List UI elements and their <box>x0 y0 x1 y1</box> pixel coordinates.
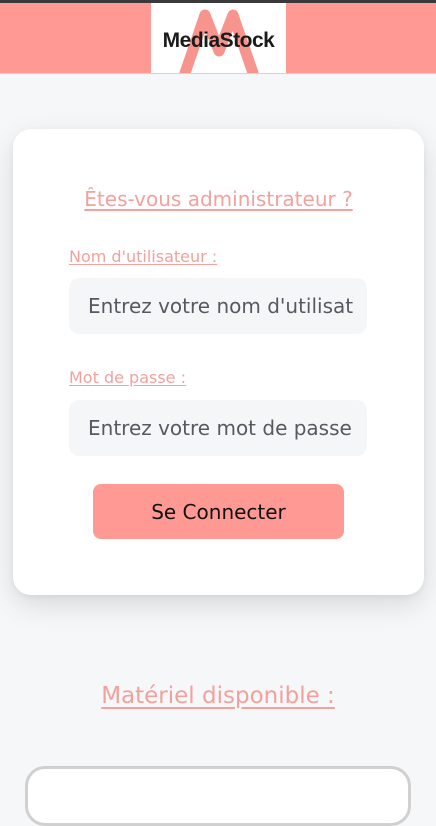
password-input[interactable] <box>69 400 367 456</box>
username-input[interactable] <box>69 278 367 334</box>
material-list-item[interactable] <box>25 766 411 826</box>
logo[interactable]: MediaStock <box>151 3 286 73</box>
logo-text: MediaStock <box>162 29 275 52</box>
admin-link[interactable]: Êtes-vous administrateur ? <box>13 187 424 211</box>
password-label: Mot de passe : <box>69 368 186 387</box>
username-label: Nom d'utilisateur : <box>69 247 218 266</box>
login-button[interactable]: Se Connecter <box>93 484 344 539</box>
materials-section-title: Matériel disponible : <box>101 683 335 709</box>
site-header: MediaStock <box>0 3 436 74</box>
login-card: Êtes-vous administrateur ? Nom d'utilisa… <box>13 129 424 595</box>
